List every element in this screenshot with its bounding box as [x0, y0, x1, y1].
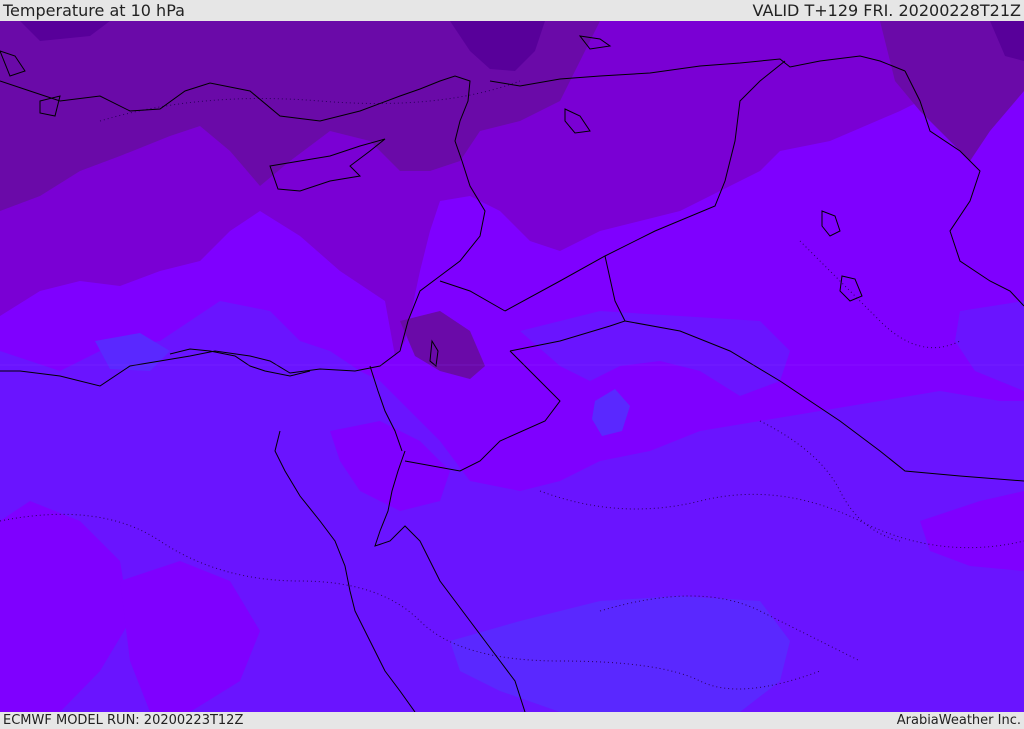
footer-bar: ECMWF MODEL RUN: 20200223T12Z ArabiaWeat… [0, 712, 1024, 729]
temperature-map [0, 21, 1024, 712]
header-bar: Temperature at 10 hPa VALID T+129 FRI. 2… [0, 0, 1024, 21]
map-title: Temperature at 10 hPa [3, 1, 185, 20]
model-run: ECMWF MODEL RUN: 20200223T12Z [3, 713, 244, 728]
map-area[interactable] [0, 21, 1024, 712]
credit: ArabiaWeather Inc. [896, 713, 1021, 728]
valid-time: VALID T+129 FRI. 20200228T21Z [752, 1, 1021, 20]
